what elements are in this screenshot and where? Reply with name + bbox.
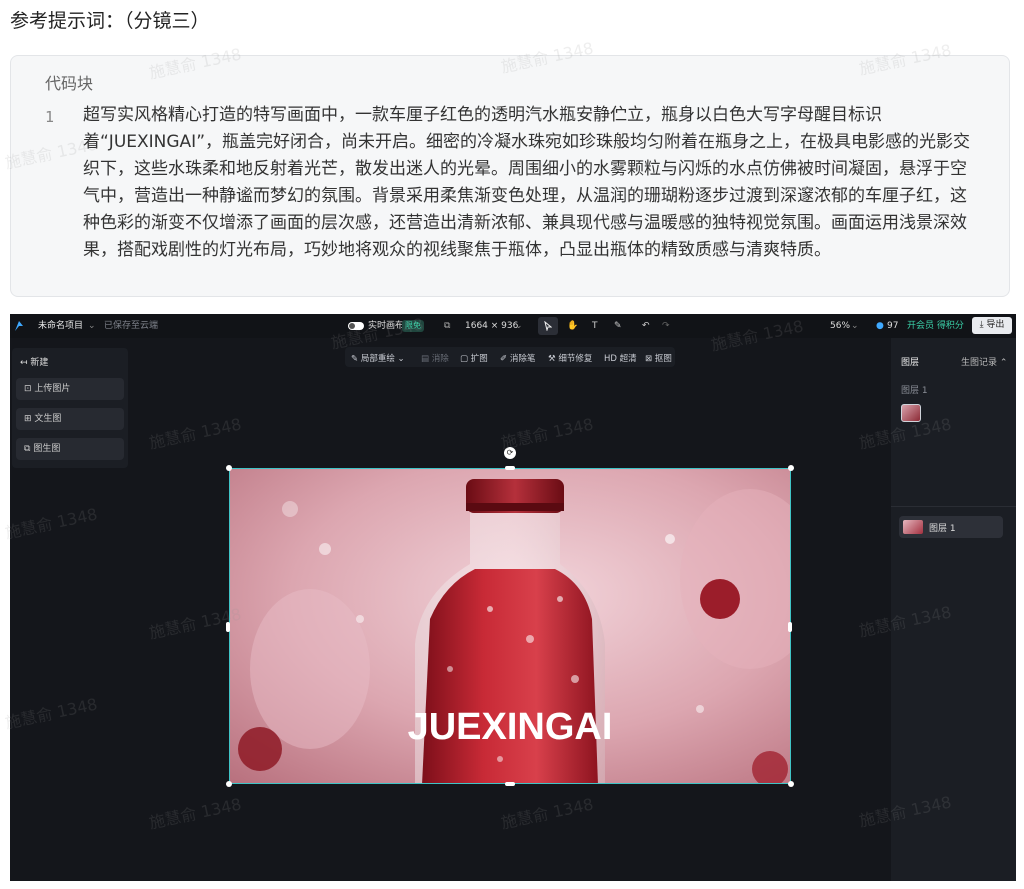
chevron-down-icon[interactable]: ⌄ bbox=[88, 320, 96, 332]
tab-history[interactable]: 生图记录 ⌃ bbox=[961, 355, 1007, 368]
project-name[interactable]: 未命名项目 bbox=[38, 320, 83, 332]
bottle-image: JUEXINGAI bbox=[230, 469, 790, 783]
resize-icon[interactable]: ⧉ bbox=[444, 320, 450, 332]
inpaint-label: 局部重绘 bbox=[360, 354, 395, 364]
zoom-level[interactable]: 56% bbox=[830, 320, 850, 332]
select-tool[interactable] bbox=[538, 317, 558, 335]
text-to-image-button[interactable]: ⊞ 文生图 bbox=[16, 408, 124, 430]
expand-label: 扩图 bbox=[470, 354, 488, 364]
image-to-image-button[interactable]: ⧉ 图生图 bbox=[16, 438, 124, 460]
resize-handle-top-left[interactable] bbox=[226, 465, 232, 471]
resize-handle-bottom-right[interactable] bbox=[788, 781, 794, 787]
page-heading: 参考提示词：（分镜三） bbox=[10, 10, 210, 32]
canvas-size[interactable]: 1664 × 936 bbox=[465, 320, 518, 332]
text-to-image-label: 文生图 bbox=[34, 414, 62, 424]
resize-handle-top-right[interactable] bbox=[788, 465, 794, 471]
rotate-handle[interactable]: ⟳ bbox=[504, 447, 516, 459]
code-block-label: 代码块 bbox=[45, 74, 94, 93]
upload-image-label: 上传图片 bbox=[34, 384, 71, 394]
credits-icon: ● bbox=[876, 321, 884, 331]
live-canvas-label: 实时画布 bbox=[368, 321, 405, 331]
export-label: 导出 bbox=[986, 320, 1005, 330]
brush-icon[interactable]: ✎ bbox=[614, 320, 622, 332]
layer-divider bbox=[891, 506, 1016, 507]
zoom-chevron-icon[interactable]: ⌄ bbox=[851, 320, 859, 332]
code-block: 代码块 1 超写实风格精心打造的特写画面中，一款车厘子红色的透明汽水瓶安静伫立，… bbox=[10, 55, 1010, 297]
download-icon: ⤓ bbox=[979, 320, 984, 330]
app-logo-icon bbox=[15, 321, 23, 331]
cutout-tool[interactable]: ⊠ 抠图 bbox=[645, 352, 672, 364]
live-badge: 限免 bbox=[402, 320, 424, 332]
right-panel: 图层 生图记录 ⌃ 图层 1 图层 1 bbox=[891, 338, 1016, 881]
line-number: 1 bbox=[45, 108, 55, 126]
resize-handle-right[interactable] bbox=[788, 622, 792, 632]
detail-fix-tool[interactable]: ⚒ 细节修复 bbox=[548, 352, 592, 364]
save-status: 已保存至云端 bbox=[104, 321, 159, 331]
upload-image-button[interactable]: ⊡ 上传图片 bbox=[16, 378, 124, 400]
back-arrow-icon: ↤ bbox=[20, 358, 28, 368]
credits-count: 97 bbox=[887, 321, 899, 331]
inpaint-tool[interactable]: ✎ 局部重绘 ⌄ bbox=[351, 352, 405, 364]
eraser-pen-label: 消除笔 bbox=[509, 354, 536, 364]
detail-fix-label: 细节修复 bbox=[558, 354, 593, 364]
live-canvas-toggle[interactable] bbox=[348, 322, 364, 330]
new-button[interactable]: ↤ 新建 bbox=[20, 355, 48, 368]
new-label: 新建 bbox=[30, 358, 49, 368]
erase-tool[interactable]: ▤ 消除 bbox=[421, 352, 449, 364]
cutout-label: 抠图 bbox=[654, 354, 672, 364]
cursor-icon bbox=[544, 321, 552, 331]
canvas-image[interactable]: JUEXINGAI bbox=[229, 468, 791, 784]
editor-topbar: 未命名项目 ⌄ 已保存至云端 实时画布 限免 ⧉ 1664 × 936 ⌄ ✋ … bbox=[10, 314, 1016, 338]
left-panel: ↤ 新建 ⊡ 上传图片 ⊞ 文生图 ⧉ 图生图 bbox=[12, 348, 128, 468]
tab-history-label: 生图记录 bbox=[961, 358, 998, 368]
image-to-image-label: 图生图 bbox=[33, 444, 61, 454]
resize-handle-top[interactable] bbox=[505, 466, 515, 470]
resize-handle-bottom-left[interactable] bbox=[226, 781, 232, 787]
layer-group-label: 图层 1 bbox=[901, 386, 928, 396]
resize-handle-left[interactable] bbox=[226, 622, 230, 632]
erase-label: 消除 bbox=[431, 354, 449, 364]
undo-icon[interactable]: ↶ bbox=[642, 320, 650, 332]
image-edit-toolbar: ✎ 局部重绘 ⌄ ▤ 消除 ▢ 扩图 ✐ 消除笔 ⚒ 细节修复 HD 超清 ⊠ … bbox=[345, 347, 675, 367]
text-image-icon: ⊞ bbox=[24, 414, 32, 424]
bottle-brand-text: JUEXINGAI bbox=[408, 706, 613, 748]
export-button[interactable]: ⤓ 导出 bbox=[972, 317, 1012, 334]
expand-tool[interactable]: ▢ 扩图 bbox=[460, 352, 488, 364]
image-image-icon: ⧉ bbox=[24, 444, 31, 454]
prompt-text: 超写实风格精心打造的特写画面中，一款车厘子红色的透明汽水瓶安静伫立，瓶身以白色大… bbox=[83, 105, 971, 260]
hand-icon[interactable]: ✋ bbox=[567, 320, 578, 332]
redo-icon[interactable]: ↷ bbox=[662, 320, 670, 332]
eraser-pen-tool[interactable]: ✐ 消除笔 bbox=[500, 352, 535, 364]
text-tool-icon[interactable]: T bbox=[592, 320, 598, 332]
layer-item-label: 图层 1 bbox=[929, 524, 956, 534]
layer-item-thumbnail bbox=[903, 520, 923, 534]
resize-handle-bottom[interactable] bbox=[505, 782, 515, 786]
upgrade-link[interactable]: 开会员 得积分 bbox=[907, 320, 964, 332]
editor-screenshot: 未命名项目 ⌄ 已保存至云端 实时画布 限免 ⧉ 1664 × 936 ⌄ ✋ … bbox=[10, 314, 1016, 881]
layer-group-thumbnail[interactable] bbox=[901, 404, 921, 422]
tab-layers[interactable]: 图层 bbox=[901, 355, 919, 368]
upload-icon: ⊡ bbox=[24, 384, 32, 394]
canvas-size-chevron-icon[interactable]: ⌄ bbox=[515, 320, 523, 332]
layer-item[interactable]: 图层 1 bbox=[899, 516, 1003, 538]
upscale-tool[interactable]: HD 超清 bbox=[604, 352, 637, 364]
